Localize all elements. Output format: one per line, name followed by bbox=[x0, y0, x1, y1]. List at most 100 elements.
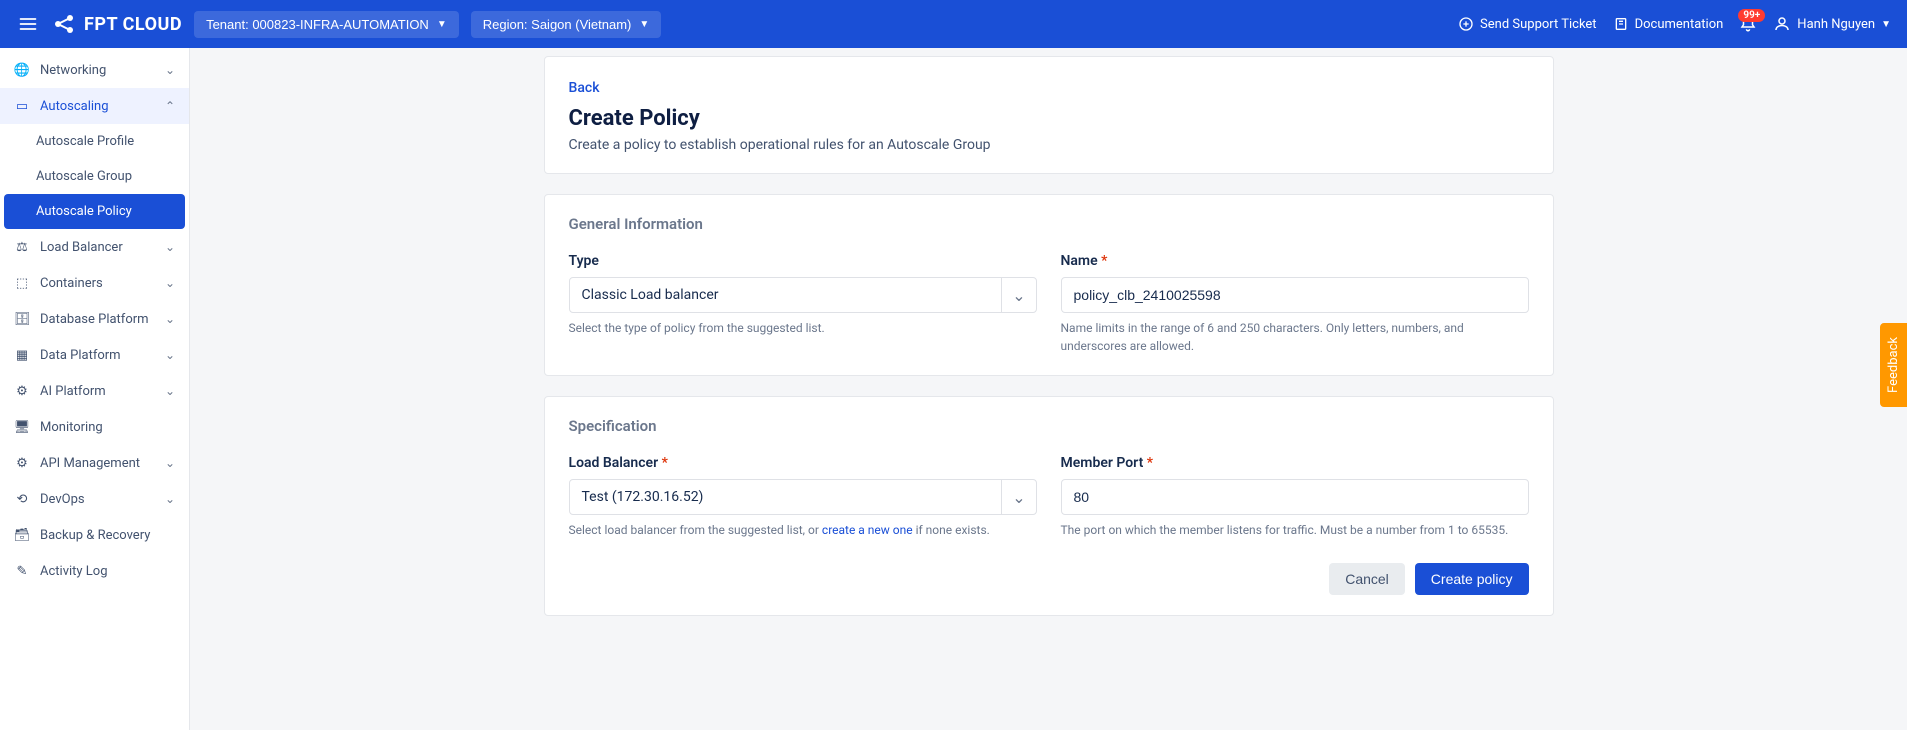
support-label: Send Support Ticket bbox=[1480, 17, 1597, 32]
user-menu[interactable]: Hanh Nguyen ▼ bbox=[1773, 15, 1891, 33]
load-balancer-select[interactable]: Test (172.30.16.52) bbox=[569, 479, 1037, 515]
chevron-down-icon: ⌄ bbox=[165, 384, 175, 398]
chevron-down-icon: ⌄ bbox=[165, 276, 175, 290]
docs-link[interactable]: Documentation bbox=[1613, 16, 1724, 32]
type-label: Type bbox=[569, 253, 1037, 269]
sidebar-label: Load Balancer bbox=[40, 240, 123, 255]
type-value: Classic Load balancer bbox=[582, 287, 719, 303]
port-help: The port on which the member listens for… bbox=[1061, 521, 1529, 539]
sidebar-item-autoscale-profile[interactable]: Autoscale Profile bbox=[0, 124, 189, 159]
chevron-up-icon: ⌃ bbox=[165, 99, 175, 113]
sidebar-item-data[interactable]: ▦ Data Platform ⌄ bbox=[0, 337, 189, 373]
caret-down-icon: ▼ bbox=[639, 19, 649, 30]
data-icon: ▦ bbox=[14, 347, 30, 363]
create-lb-link[interactable]: create a new one bbox=[822, 523, 913, 537]
cloud-logo-icon bbox=[52, 12, 76, 36]
chevron-down-icon: ⌄ bbox=[165, 492, 175, 506]
port-label: Member Port * bbox=[1061, 455, 1529, 471]
sidebar-item-networking[interactable]: 🌐 Networking ⌄ bbox=[0, 52, 189, 88]
docs-label: Documentation bbox=[1635, 17, 1724, 32]
type-help: Select the type of policy from the sugge… bbox=[569, 319, 1037, 337]
page-header-card: Back Create Policy Create a policy to es… bbox=[544, 56, 1554, 174]
user-name: Hanh Nguyen bbox=[1797, 17, 1875, 32]
support-link[interactable]: Send Support Ticket bbox=[1458, 16, 1597, 32]
cube-icon: ⬚ bbox=[14, 275, 30, 291]
sidebar-item-autoscaling[interactable]: ▭ Autoscaling ⌃ bbox=[0, 88, 189, 124]
monitor-icon: 🖥 bbox=[14, 419, 30, 435]
sidebar-item-api[interactable]: ⚙ API Management ⌄ bbox=[0, 445, 189, 481]
chat-icon bbox=[1458, 16, 1474, 32]
sidebar-item-ai[interactable]: ⚙ AI Platform ⌄ bbox=[0, 373, 189, 409]
chevron-down-icon: ⌄ bbox=[165, 456, 175, 470]
brand-logo[interactable]: FPT CLOUD bbox=[52, 12, 182, 36]
sidebar-item-activity[interactable]: ✎ Activity Log bbox=[0, 553, 189, 589]
chevron-down-icon: ⌄ bbox=[165, 63, 175, 77]
create-policy-button[interactable]: Create policy bbox=[1415, 563, 1529, 595]
sidebar-label: Containers bbox=[40, 276, 103, 291]
user-icon bbox=[1773, 15, 1791, 33]
scale-icon: ▭ bbox=[14, 98, 30, 114]
globe-icon: 🌐 bbox=[14, 62, 30, 78]
notifications-button[interactable]: 99+ bbox=[1739, 15, 1757, 33]
sidebar-item-database[interactable]: 🗄 Database Platform ⌄ bbox=[0, 301, 189, 337]
sidebar-item-devops[interactable]: ⟲ DevOps ⌄ bbox=[0, 481, 189, 517]
sidebar-label: DevOps bbox=[40, 492, 85, 507]
sidebar-label: AI Platform bbox=[40, 384, 106, 399]
database-icon: 🗄 bbox=[14, 311, 30, 327]
member-port-input[interactable] bbox=[1061, 479, 1529, 515]
sidebar-label: Networking bbox=[40, 63, 106, 78]
tenant-label: Tenant: 000823-INFRA-AUTOMATION bbox=[206, 17, 429, 32]
menu-toggle-icon[interactable] bbox=[16, 12, 40, 36]
book-icon bbox=[1613, 16, 1629, 32]
caret-down-icon: ▼ bbox=[1881, 19, 1891, 30]
lb-help: Select load balancer from the suggested … bbox=[569, 521, 1037, 539]
section-title-spec: Specification bbox=[569, 417, 1529, 435]
lb-label: Load Balancer * bbox=[569, 455, 1037, 471]
feedback-label: Feedback bbox=[1886, 337, 1901, 393]
balance-icon: ⚖ bbox=[14, 239, 30, 255]
type-select[interactable]: Classic Load balancer bbox=[569, 277, 1037, 313]
page-description: Create a policy to establish operational… bbox=[569, 137, 1529, 153]
backup-icon: 🗃 bbox=[14, 527, 30, 543]
sidebar-label: Backup & Recovery bbox=[40, 528, 150, 543]
sidebar-item-autoscale-policy[interactable]: Autoscale Policy bbox=[4, 194, 185, 229]
general-info-card: General Information Type Classic Load ba… bbox=[544, 194, 1554, 376]
notifications-badge: 99+ bbox=[1738, 9, 1765, 22]
region-label: Region: Saigon (Vietnam) bbox=[483, 17, 632, 32]
devops-icon: ⟲ bbox=[14, 491, 30, 507]
name-input[interactable] bbox=[1061, 277, 1529, 313]
sidebar-label: API Management bbox=[40, 456, 140, 471]
back-link[interactable]: Back bbox=[569, 80, 600, 96]
main-content: Back Create Policy Create a policy to es… bbox=[190, 48, 1907, 730]
specification-card: Specification Load Balancer * Test (172.… bbox=[544, 396, 1554, 616]
sidebar-label: Autoscaling bbox=[40, 99, 109, 114]
chevron-down-icon: ⌄ bbox=[165, 348, 175, 362]
api-icon: ⚙ bbox=[14, 455, 30, 471]
sidebar-item-autoscale-group[interactable]: Autoscale Group bbox=[0, 159, 189, 194]
chevron-down-icon: ⌄ bbox=[165, 240, 175, 254]
sidebar-label: Data Platform bbox=[40, 348, 121, 363]
chip-icon: ⚙ bbox=[14, 383, 30, 399]
header: FPT CLOUD Tenant: 000823-INFRA-AUTOMATIO… bbox=[0, 0, 1907, 48]
caret-down-icon: ▼ bbox=[437, 19, 447, 30]
sidebar-item-monitoring[interactable]: 🖥 Monitoring bbox=[0, 409, 189, 445]
sidebar-item-load-balancer[interactable]: ⚖ Load Balancer ⌄ bbox=[0, 229, 189, 265]
page-title: Create Policy bbox=[569, 106, 1529, 131]
name-help: Name limits in the range of 6 and 250 ch… bbox=[1061, 319, 1529, 355]
cancel-button[interactable]: Cancel bbox=[1329, 563, 1405, 595]
sidebar-item-containers[interactable]: ⬚ Containers ⌄ bbox=[0, 265, 189, 301]
sidebar-label: Activity Log bbox=[40, 564, 108, 579]
log-icon: ✎ bbox=[14, 563, 30, 579]
brand-text: FPT CLOUD bbox=[84, 14, 182, 35]
tenant-selector[interactable]: Tenant: 000823-INFRA-AUTOMATION ▼ bbox=[194, 11, 459, 38]
sidebar-label: Monitoring bbox=[40, 420, 103, 435]
feedback-tab[interactable]: Feedback bbox=[1880, 323, 1907, 407]
sidebar: 🌐 Networking ⌄ ▭ Autoscaling ⌃ Autoscale… bbox=[0, 48, 190, 730]
chevron-down-icon: ⌄ bbox=[165, 312, 175, 326]
name-label: Name * bbox=[1061, 253, 1529, 269]
section-title-general: General Information bbox=[569, 215, 1529, 233]
sidebar-item-backup[interactable]: 🗃 Backup & Recovery bbox=[0, 517, 189, 553]
region-selector[interactable]: Region: Saigon (Vietnam) ▼ bbox=[471, 11, 662, 38]
lb-value: Test (172.30.16.52) bbox=[582, 489, 704, 505]
sidebar-label: Database Platform bbox=[40, 312, 149, 327]
